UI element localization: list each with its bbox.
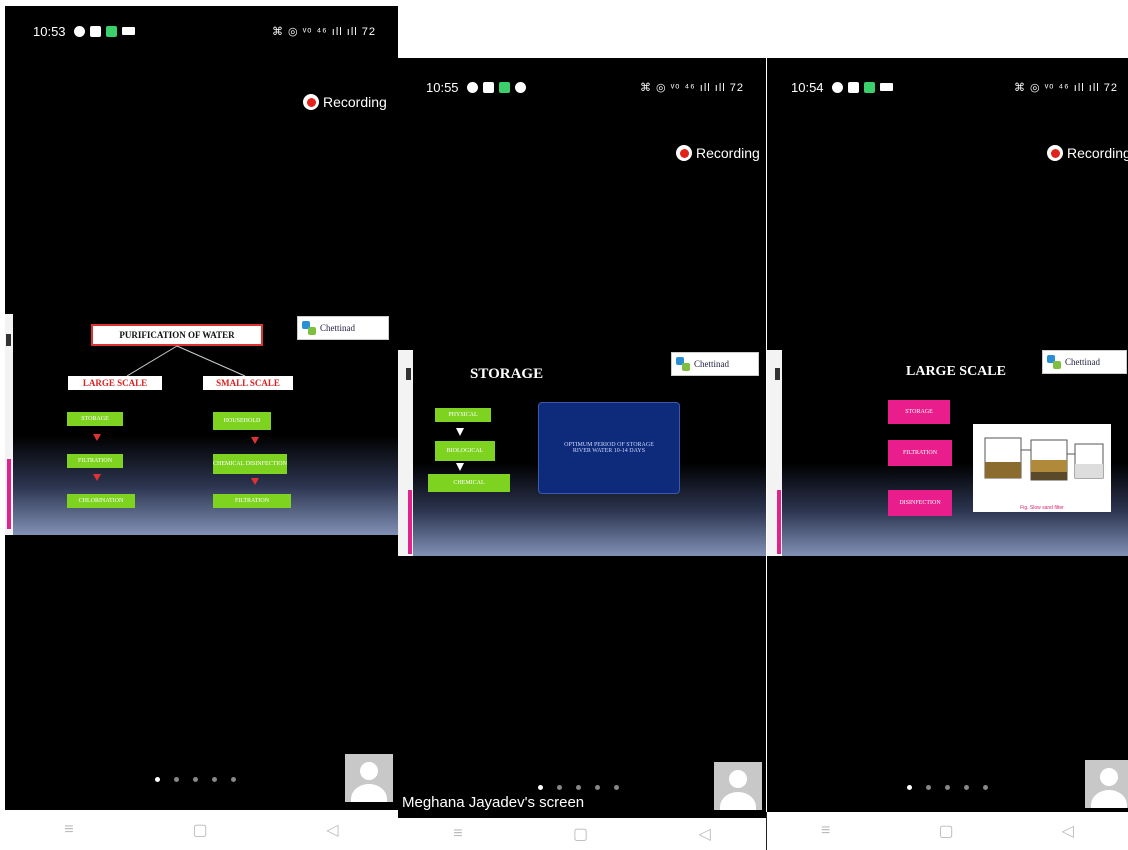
logo-icon <box>676 357 690 371</box>
phone-panel-3: 10:54 ⌘ ◎ ᵛᵒ ⁴⁶ ıll ıll 72 Recording LAR… <box>767 58 1128 812</box>
logo-icon <box>1047 355 1061 369</box>
app-icon <box>863 81 875 93</box>
phone-panel-2: 10:55 ⌘ ◎ ᵛᵒ ⁴⁶ ıll ıll 72 Recording STO… <box>398 58 766 818</box>
page-indicator[interactable] <box>907 785 988 790</box>
message-icon <box>847 81 859 93</box>
avatar[interactable] <box>714 762 762 810</box>
page-indicator[interactable] <box>155 777 236 782</box>
flow-box: DISINFECTION <box>888 490 952 516</box>
phone-panel-1: 10:53 ⌘ ◎ ᵛᵒ ⁴⁶ ıll ıll 72 Recording PUR… <box>5 6 398 810</box>
scroll-shape: OPTIMUM PERIOD OF STORAGE RIVER WATER 10… <box>538 402 680 494</box>
flow-box: BIOLOGICAL <box>435 441 495 461</box>
recording-label: Recording <box>696 145 760 161</box>
recording-indicator: Recording <box>303 94 387 110</box>
tree-lines <box>126 345 246 377</box>
nav-bar: ≡ ▢ ◁ <box>767 812 1128 850</box>
whatsapp-icon <box>831 81 843 93</box>
status-bar: 10:53 ⌘ ◎ ᵛᵒ ⁴⁶ ıll ıll 72 <box>5 22 398 40</box>
back-icon[interactable]: ◁ <box>1062 821 1074 841</box>
home-icon[interactable]: ▢ <box>192 820 207 840</box>
screen-label: Meghana Jayadev's screen <box>402 794 585 811</box>
status-right: ⌘ ◎ ᵛᵒ ⁴⁶ ıll ıll 72 <box>272 25 376 38</box>
status-time: 10:53 <box>33 23 66 39</box>
large-scale-box: LARGE SCALE <box>68 376 162 390</box>
status-bar: 10:55 ⌘ ◎ ᵛᵒ ⁴⁶ ıll ıll 72 <box>398 78 766 96</box>
shared-slide: PURIFICATION OF WATER Chettinad LARGE SC… <box>5 314 398 535</box>
flow-box: FILTRATION <box>213 494 291 508</box>
slide-title: LARGE SCALE <box>906 364 1006 379</box>
avatar[interactable] <box>345 754 393 802</box>
status-time: 10:55 <box>426 79 459 95</box>
small-scale-label: SMALL SCALE <box>216 378 280 388</box>
avatar[interactable] <box>1085 760 1128 808</box>
whatsapp-icon <box>73 25 85 37</box>
flow-box: STORAGE <box>67 412 123 426</box>
video-icon <box>879 83 893 91</box>
back-icon[interactable]: ◁ <box>326 820 338 840</box>
status-time: 10:54 <box>791 79 824 95</box>
small-scale-box: SMALL SCALE <box>203 376 293 390</box>
menu-icon[interactable]: ≡ <box>453 825 462 843</box>
status-right: ⌘ ◎ ᵛᵒ ⁴⁶ ıll ıll 72 <box>1014 81 1118 94</box>
arrow-icon <box>93 474 101 481</box>
flow-box: CHEMICAL <box>428 474 510 492</box>
slide-title: STORAGE <box>470 366 544 382</box>
flow-box: HOUSEHOLD <box>213 412 271 430</box>
recording-label: Recording <box>1067 145 1128 161</box>
slide-left-bar <box>398 350 413 556</box>
menu-icon[interactable]: ≡ <box>821 822 830 840</box>
record-icon <box>303 94 319 110</box>
message-icon <box>482 81 494 93</box>
shared-slide: LARGE SCALE Chettinad STORAGE FILTRATION… <box>767 350 1128 556</box>
arrow-icon <box>456 463 464 471</box>
page-indicator[interactable] <box>538 785 619 790</box>
logo-text: Chettinad <box>1065 357 1100 367</box>
arrow-icon <box>456 428 464 436</box>
arrow-icon <box>251 478 259 485</box>
message-icon <box>89 25 101 37</box>
flow-box: PHYSICAL <box>435 408 491 422</box>
status-right: ⌘ ◎ ᵛᵒ ⁴⁶ ıll ıll 72 <box>640 81 744 94</box>
logo: Chettinad <box>1042 350 1127 374</box>
flow-box: CHLORINATION <box>67 494 135 508</box>
slide-left-bar <box>767 350 782 556</box>
nav-bar: ≡ ▢ ◁ <box>398 818 766 850</box>
status-bar: 10:54 ⌘ ◎ ᵛᵒ ⁴⁶ ıll ıll 72 <box>767 78 1128 96</box>
flow-box: FILTRATION <box>67 454 123 468</box>
recording-indicator: Recording <box>676 145 760 161</box>
logo-text: Chettinad <box>694 359 729 369</box>
flow-box: STORAGE <box>888 400 950 424</box>
menu-icon[interactable]: ≡ <box>64 821 73 839</box>
nav-bar: ≡ ▢ ◁ <box>5 810 398 850</box>
arrow-icon <box>93 434 101 441</box>
record-icon <box>676 145 692 161</box>
flow-box: FILTRATION <box>888 440 952 466</box>
filter-diagram: Fig. Slow sand filter <box>973 424 1111 512</box>
back-icon[interactable]: ◁ <box>698 824 710 844</box>
home-icon[interactable]: ▢ <box>938 821 953 841</box>
large-scale-label: LARGE SCALE <box>82 378 148 388</box>
arrow-icon <box>251 437 259 444</box>
record-icon <box>1047 145 1063 161</box>
recording-label: Recording <box>323 94 387 110</box>
home-icon[interactable]: ▢ <box>573 824 588 844</box>
flow-box: CHEMICAL DISINFECTION <box>213 454 287 474</box>
logo: Chettinad <box>671 352 759 376</box>
scroll-text: OPTIMUM PERIOD OF STORAGE RIVER WATER 10… <box>564 442 654 454</box>
diagram-caption: Fig. Slow sand filter <box>1020 505 1064 511</box>
app-icon <box>105 25 117 37</box>
filter-diagram-drawing <box>984 437 1104 481</box>
app-icon <box>498 81 510 93</box>
whatsapp-icon <box>466 81 478 93</box>
video-icon <box>121 27 135 35</box>
chat-icon <box>514 81 526 93</box>
recording-indicator: Recording <box>1047 145 1128 161</box>
shared-slide: STORAGE Chettinad PHYSICAL BIOLOGICAL CH… <box>398 350 766 556</box>
